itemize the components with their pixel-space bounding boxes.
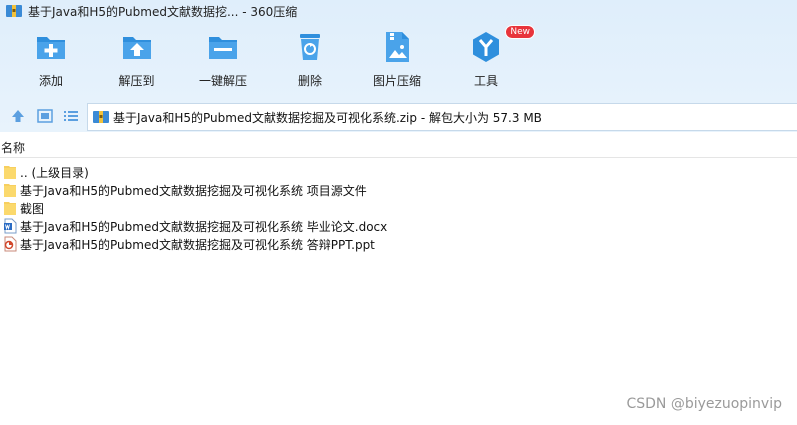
file-list: .. (上级目录) 基于Java和H5的Pubmed文献数据挖掘及可视化系统 项…	[0, 163, 797, 253]
list-item-source-folder[interactable]: 基于Java和H5的Pubmed文献数据挖掘及可视化系统 项目源文件	[0, 181, 797, 199]
window-title: 基于Java和H5的Pubmed文献数据挖... - 360压缩	[28, 4, 298, 19]
one-click-extract-button[interactable]: 一键解压	[183, 30, 263, 92]
tools-icon	[473, 32, 499, 62]
column-header: 名称	[0, 138, 797, 158]
delete-button[interactable]: 删除	[275, 30, 345, 92]
list-view-icon[interactable]	[63, 108, 79, 124]
image-compress-button[interactable]: 图片压缩	[357, 30, 437, 92]
name-column-header[interactable]: 名称	[0, 139, 25, 156]
delete-icon	[300, 34, 320, 60]
title-bar: 基于Java和H5的Pubmed文献数据挖... - 360压缩	[0, 0, 797, 22]
address-field[interactable]: 基于Java和H5的Pubmed文献数据挖掘及可视化系统.zip - 解包大小为…	[87, 103, 797, 131]
extract-to-button[interactable]: 解压到	[94, 30, 179, 92]
add-button[interactable]: 添加	[16, 30, 86, 92]
archive-app-icon	[6, 5, 22, 17]
powerpoint-document-icon	[4, 236, 17, 252]
list-item-parent-dir[interactable]: .. (上级目录)	[0, 163, 797, 181]
file-name: 基于Java和H5的Pubmed文献数据挖掘及可视化系统 项目源文件	[20, 183, 367, 198]
up-arrow-icon[interactable]	[10, 108, 26, 124]
zip-file-icon	[93, 111, 109, 123]
thumbnail-view-icon[interactable]	[37, 108, 53, 124]
archive-path-text: 基于Java和H5的Pubmed文献数据挖掘及可视化系统.zip - 解包大小为…	[113, 110, 542, 125]
one-click-extract-label: 一键解压	[198, 74, 247, 88]
tools-label: 工具	[473, 74, 498, 88]
path-bar: 基于Java和H5的Pubmed文献数据挖掘及可视化系统.zip - 解包大小为…	[0, 101, 797, 131]
folder-icon	[4, 184, 16, 197]
image-compress-label: 图片压缩	[372, 74, 421, 88]
add-label: 添加	[38, 74, 63, 88]
list-item-thesis-docx[interactable]: 基于Java和H5的Pubmed文献数据挖掘及可视化系统 毕业论文.docx	[0, 217, 797, 235]
add-icon	[37, 37, 65, 59]
folder-icon	[4, 202, 16, 215]
one-click-extract-icon	[209, 37, 237, 59]
tools-button[interactable]: New 工具	[451, 25, 535, 92]
watermark: CSDN @biyezuopinvip	[626, 396, 782, 412]
file-name: .. (上级目录)	[20, 165, 89, 180]
image-compress-icon	[386, 32, 409, 62]
folder-icon	[4, 166, 16, 179]
file-name: 基于Java和H5的Pubmed文献数据挖掘及可视化系统 答辩PPT.ppt	[20, 237, 375, 252]
list-item-defense-ppt[interactable]: 基于Java和H5的Pubmed文献数据挖掘及可视化系统 答辩PPT.ppt	[0, 235, 797, 253]
file-name: 基于Java和H5的Pubmed文献数据挖掘及可视化系统 毕业论文.docx	[20, 219, 388, 234]
list-item-screenshots-folder[interactable]: 截图	[0, 199, 797, 217]
extract-to-icon	[122, 37, 151, 59]
word-document-icon	[4, 218, 17, 234]
new-badge: New	[505, 25, 535, 39]
file-name: 截图	[20, 201, 45, 216]
top-panel: 基于Java和H5的Pubmed文献数据挖... - 360压缩 添加 解压到	[0, 0, 797, 132]
toolbar: 添加 解压到 一键解压 删除 图片压缩 New 工具	[16, 25, 535, 92]
delete-label: 删除	[297, 74, 322, 88]
extract-to-label: 解压到	[118, 74, 155, 88]
